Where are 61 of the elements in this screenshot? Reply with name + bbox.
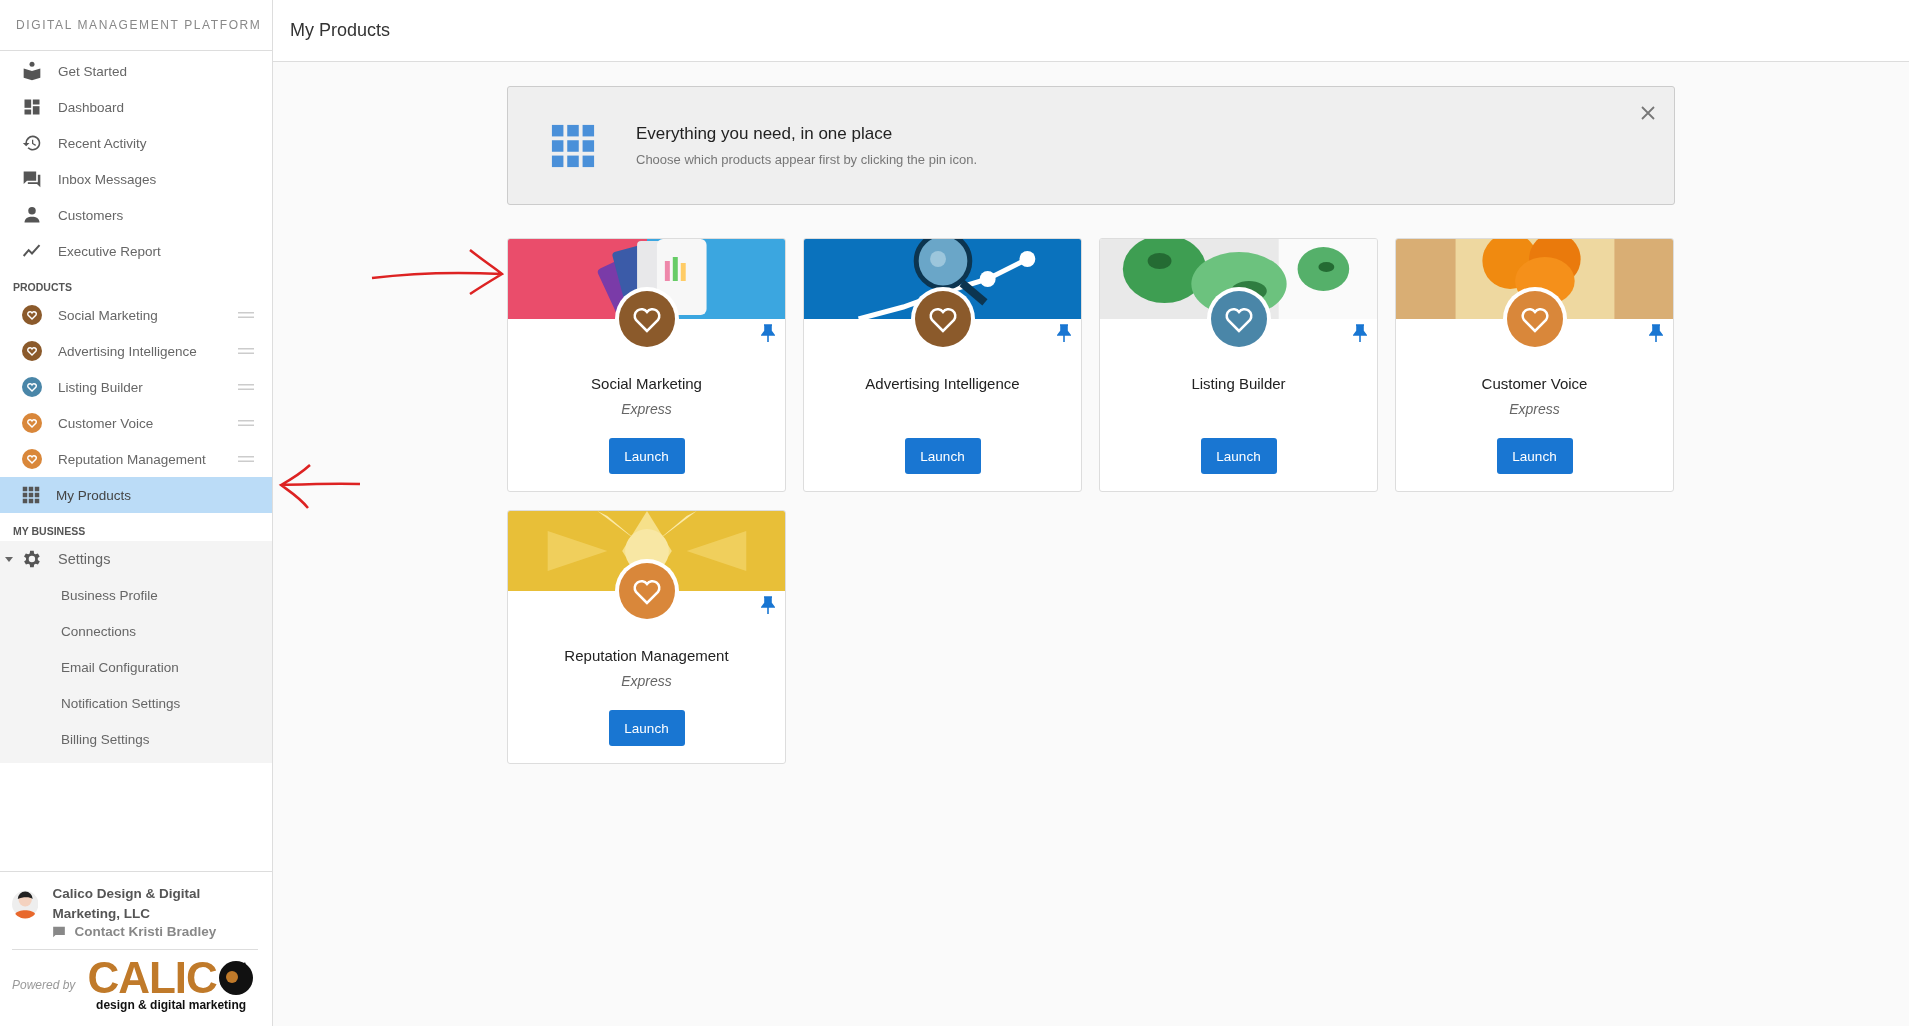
account-name: Calico Design & Digital Marketing, LLC xyxy=(52,885,202,923)
nav-item[interactable]: Customer Voice xyxy=(0,405,272,441)
banner-subtitle: Choose which products appear first by clicking the pin icon. xyxy=(636,152,978,167)
drag-handle-icon[interactable] xyxy=(238,383,254,391)
pin-icon[interactable] xyxy=(1057,324,1071,342)
chat-bubbles-icon xyxy=(22,169,42,189)
nav-item[interactable]: Connections xyxy=(0,613,272,649)
platform-title: DIGITAL MANAGEMENT PLATFORM xyxy=(0,0,272,51)
pin-icon[interactable] xyxy=(1649,324,1663,342)
contact-link[interactable]: Contact Kristi Bradley xyxy=(52,924,258,939)
product-name: Advertising Intelligence xyxy=(865,375,1020,392)
drag-handle-icon[interactable] xyxy=(238,419,254,427)
pin-icon[interactable] xyxy=(761,324,775,342)
product-name: Reputation Management xyxy=(564,647,729,664)
section-heading: MY BUSINESS xyxy=(12,524,87,539)
grid-icon xyxy=(22,486,40,504)
nav-item[interactable]: Listing Builder xyxy=(0,369,272,405)
section-heading: PRODUCTS xyxy=(12,280,73,295)
edition-label: Express xyxy=(1509,401,1560,417)
nav-item[interactable]: Advertising Intelligence xyxy=(0,333,272,369)
nav-item[interactable]: Business Profile xyxy=(0,577,272,613)
grid-icon xyxy=(550,122,596,169)
launch-button[interactable]: Launch xyxy=(1200,438,1277,474)
nav-item[interactable]: Get Started xyxy=(0,53,272,89)
product-name: Listing Builder xyxy=(1191,375,1286,392)
dashboard-icon xyxy=(22,97,42,117)
product-name: Social Marketing xyxy=(591,375,702,392)
launch-button[interactable]: Launch xyxy=(904,438,981,474)
nav-item[interactable]: Dashboard xyxy=(0,89,272,125)
drag-handle-icon[interactable] xyxy=(238,455,254,463)
nav-item[interactable]: Reputation Management xyxy=(0,441,272,477)
launch-button[interactable]: Launch xyxy=(608,438,685,474)
banner-title: Everything you need, in one place xyxy=(636,124,894,144)
edition-label: Express xyxy=(621,673,672,689)
person-icon xyxy=(22,205,42,225)
page-title: My Products xyxy=(290,20,391,41)
nav-item[interactable]: Notification Settings xyxy=(0,685,272,721)
launch-button[interactable]: Launch xyxy=(1496,438,1573,474)
nav-item[interactable]: My Products xyxy=(0,477,272,513)
chat-icon xyxy=(52,924,67,939)
pin-icon[interactable] xyxy=(1353,324,1367,342)
nav-item[interactable]: Customers xyxy=(0,197,272,233)
edition-label: Express xyxy=(621,401,672,417)
pin-icon[interactable] xyxy=(761,596,775,614)
launch-button[interactable]: Launch xyxy=(608,710,685,746)
drag-handle-icon[interactable] xyxy=(238,311,254,319)
book-reader-icon xyxy=(22,61,42,81)
product-name: Customer Voice xyxy=(1481,375,1588,392)
drag-handle-icon[interactable] xyxy=(238,347,254,355)
company-logo: CALIC design & digital marketing xyxy=(87,958,255,1012)
caret-icon xyxy=(4,554,14,564)
nav-item[interactable]: Billing Settings xyxy=(0,721,272,757)
history-icon xyxy=(22,133,42,153)
nav-item[interactable]: Executive Report xyxy=(0,233,272,269)
nav-item[interactable]: Email Configuration xyxy=(0,649,272,685)
nav-item[interactable]: Social Marketing xyxy=(0,297,272,333)
nav-item[interactable]: Recent Activity xyxy=(0,125,272,161)
nav-item[interactable]: Inbox Messages xyxy=(0,161,272,197)
nav-item[interactable]: Settings xyxy=(0,541,272,577)
powered-by-text: Powered by xyxy=(12,978,76,992)
close-icon xyxy=(1640,105,1656,121)
